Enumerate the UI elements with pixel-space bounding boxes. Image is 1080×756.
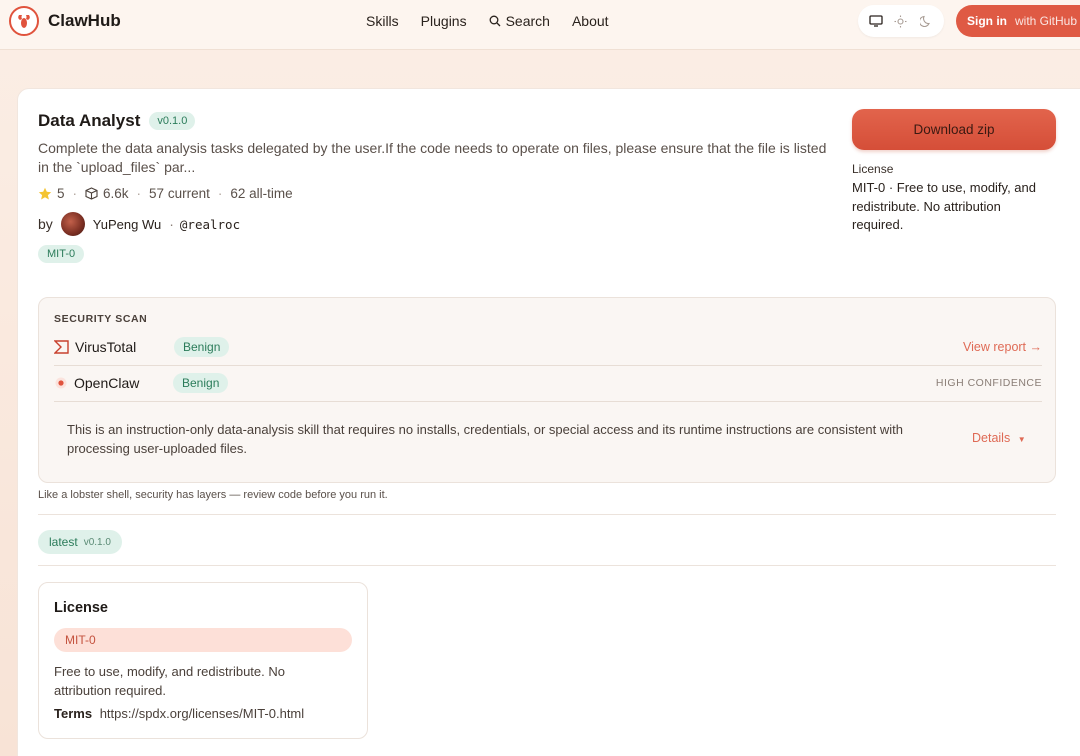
divider [38, 565, 1056, 566]
caret-down-icon: ▼ [1017, 435, 1026, 444]
skill-stats: 5 · 6.6k · 57 current · 62 all-time [38, 186, 293, 201]
skill-title: Data Analyst [38, 111, 141, 130]
nav-skills[interactable]: Skills [366, 13, 399, 29]
current-installs: 57 current [149, 186, 210, 201]
status-badge: Benign [174, 337, 230, 357]
nav-search-label: Search [505, 13, 550, 29]
skill-card: Data Analyst v0.1.0 Complete the data an… [17, 88, 1080, 756]
theme-switch [858, 5, 944, 37]
monitor-icon[interactable] [866, 11, 886, 31]
scan-summary: This is an instruction-only data-analysi… [67, 422, 903, 456]
divider [54, 401, 1042, 402]
sun-icon[interactable] [891, 11, 911, 31]
scan-row-openclaw: OpenClaw Benign HIGH CONFIDENCE [54, 366, 1042, 400]
star-icon [38, 187, 52, 199]
confidence-label: HIGH CONFIDENCE [935, 377, 1042, 389]
license-description: Free to use, modify, and redistribute. N… [54, 664, 285, 698]
security-scan-panel: SECURITY SCAN VirusTotal Benign View rep… [38, 297, 1056, 483]
terms-label: Terms [54, 706, 93, 721]
nav-about[interactable]: About [572, 13, 609, 29]
brand[interactable]: ClawHub [9, 6, 121, 36]
lobster-logo-icon [9, 6, 39, 36]
byline: by YuPeng Wu · @realroc [38, 212, 240, 236]
package-icon [85, 187, 98, 200]
separator-dot: · [169, 216, 174, 232]
latest-version: v0.1.0 [83, 536, 111, 548]
downloads-stat: 6.6k [85, 186, 129, 201]
details-label: Details [972, 431, 1011, 445]
license-terms: Terms https://spdx.org/licenses/MIT-0.ht… [54, 706, 304, 721]
scanner-name: VirusTotal [75, 339, 137, 355]
security-scan-heading: SECURITY SCAN [54, 313, 148, 325]
signin-suffix: with GitHub [1015, 14, 1078, 28]
license-card-title: License [54, 600, 108, 616]
brand-name: ClawHub [48, 11, 121, 30]
terms-link[interactable]: https://spdx.org/licenses/MIT-0.html [100, 706, 304, 721]
nav-search[interactable]: Search [489, 13, 550, 29]
license-tag: MIT-0 [54, 628, 352, 652]
all-time-installs: 62 all-time [230, 186, 293, 201]
stars-stat: 5 [38, 186, 65, 201]
separator-dot: · [72, 186, 78, 201]
sidebar-license-text: MIT-0 · Free to use, modify, and redistr… [852, 180, 1036, 232]
moon-icon[interactable] [916, 11, 936, 31]
search-icon [489, 15, 501, 27]
view-report-link[interactable]: View report → [963, 340, 1042, 354]
sidebar-license-label: License [852, 162, 894, 176]
author-handle[interactable]: @realroc [180, 217, 240, 232]
virustotal-icon [54, 340, 69, 354]
signin-label: Sign in [967, 14, 1007, 28]
nav-plugins[interactable]: Plugins [421, 13, 467, 29]
separator-dot: · [136, 186, 142, 201]
download-zip-button[interactable]: Download zip [852, 109, 1056, 150]
status-badge: Benign [173, 373, 229, 393]
by-label: by [38, 216, 53, 232]
author-name[interactable]: YuPeng Wu [93, 217, 161, 232]
separator-dot: · [217, 186, 223, 201]
divider [38, 514, 1056, 515]
details-toggle[interactable]: Details ▼ [972, 431, 1026, 445]
openclaw-icon [55, 377, 67, 389]
downloads-count: 6.6k [103, 186, 129, 201]
latest-version-tag[interactable]: latest v0.1.0 [38, 530, 122, 554]
scanner-name: OpenClaw [74, 375, 140, 391]
skill-description: Complete the data analysis tasks delegat… [38, 140, 827, 175]
top-bar: ClawHub Skills Plugins Search About Sign… [0, 0, 1080, 50]
license-pill: MIT-0 [38, 245, 85, 263]
signin-github-button[interactable]: Sign in with GitHub [956, 5, 1080, 37]
avatar[interactable] [60, 212, 85, 236]
version-badge: v0.1.0 [149, 112, 196, 130]
main-nav: Skills Plugins Search About [366, 13, 609, 29]
latest-label: latest [49, 535, 78, 549]
license-card: License MIT-0 Free to use, modify, and r… [38, 582, 368, 739]
stars-count: 5 [57, 186, 65, 201]
title-row: Data Analyst v0.1.0 [38, 111, 196, 131]
security-note: Like a lobster shell, security has layer… [38, 489, 388, 501]
scan-row-virustotal: VirusTotal Benign View report → [54, 330, 1042, 364]
